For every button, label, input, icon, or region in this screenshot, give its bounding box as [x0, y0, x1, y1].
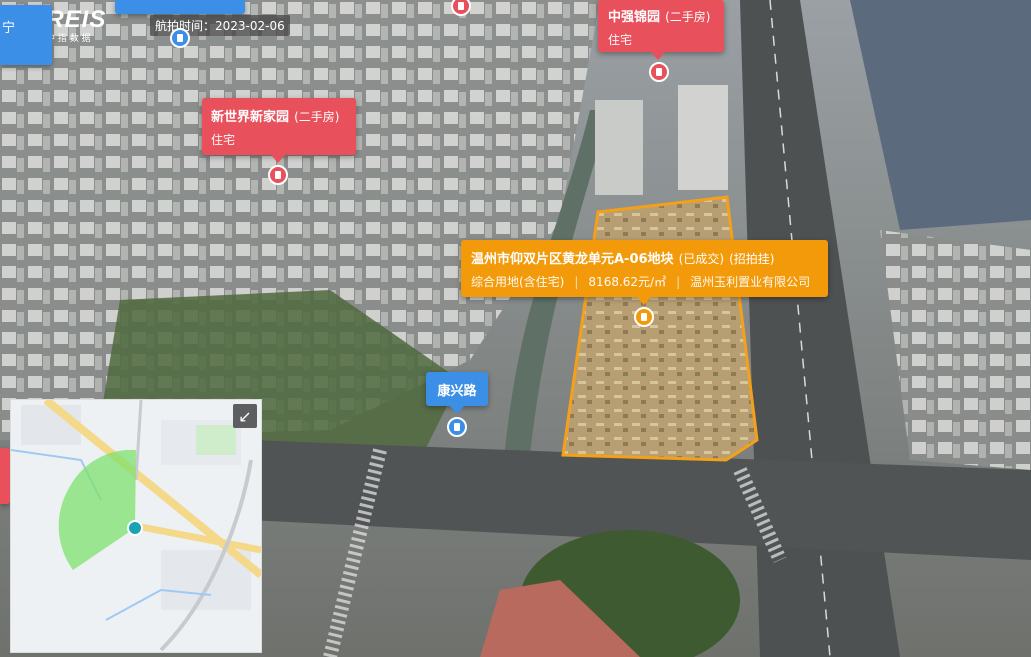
label-zhongqiang[interactable]: 中强锦园 (二手房) 住宅: [598, 0, 724, 52]
parcel-name: 温州市仰双片区黄龙单元A-06地块: [471, 252, 674, 267]
label-parcel[interactable]: 温州市仰双片区黄龙单元A-06地块 (已成交) (招拍挂) 综合用地(含住宅) |…: [461, 240, 828, 297]
label-pointer: [651, 52, 665, 60]
label-pointer: [271, 155, 285, 163]
building-icon[interactable]: [268, 165, 288, 185]
partial-left-text: 宁: [2, 21, 16, 36]
xinshijie-type: 住宅: [211, 133, 236, 147]
xinshijie-name: 新世界新家园: [211, 110, 290, 125]
separator: |: [574, 275, 579, 289]
xinshijie-tag: (二手房): [294, 110, 340, 124]
parcel-use: 综合用地(含住宅): [471, 275, 565, 289]
parcel-price: 8168.62元/㎡: [588, 275, 667, 289]
zhongqiang-type: 住宅: [608, 33, 633, 47]
label-pointer: [637, 297, 651, 305]
bus-icon[interactable]: [447, 417, 467, 437]
grid-icon[interactable]: [634, 307, 654, 327]
partial-top-label[interactable]: [115, 0, 245, 14]
partial-left-red-label[interactable]: [0, 448, 10, 504]
camera-icon: [127, 520, 143, 536]
zhongqiang-name: 中强锦园: [608, 10, 661, 25]
parcel-method: (招拍挂): [729, 252, 775, 266]
minimap[interactable]: ↙: [10, 399, 262, 653]
station-name: 康兴路: [437, 383, 477, 399]
separator: |: [676, 275, 681, 289]
partial-left-label[interactable]: 宁: [0, 5, 52, 65]
parcel-status: (已成交): [678, 252, 725, 266]
parcel-buyer: 温州玉利置业有限公司: [690, 275, 811, 289]
label-pointer: [450, 406, 464, 414]
zhongqiang-tag: (二手房): [665, 10, 711, 24]
label-xinshijie[interactable]: 新世界新家园 (二手房) 住宅: [202, 98, 356, 155]
minimap-map: [11, 400, 261, 652]
collapse-arrow-icon[interactable]: ↙: [233, 404, 257, 428]
building-icon[interactable]: [649, 62, 669, 82]
label-station[interactable]: 康兴路: [426, 372, 488, 406]
bus-icon[interactable]: [170, 28, 190, 48]
